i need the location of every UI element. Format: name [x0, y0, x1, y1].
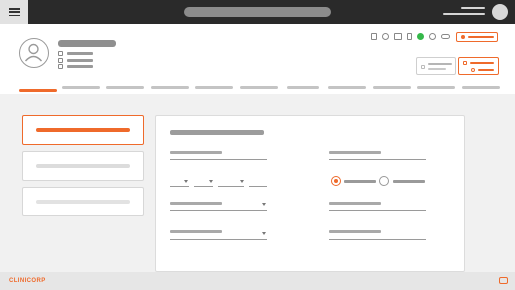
field-4-label: [329, 202, 381, 205]
hamburger-icon: [8, 8, 20, 17]
radio-option-1-label: [344, 180, 376, 183]
document-icon: [421, 65, 425, 69]
date-extra-select[interactable]: [249, 186, 267, 187]
menu-button[interactable]: [0, 0, 28, 24]
field-2-label: [329, 151, 381, 154]
clipboard-icon[interactable]: [371, 33, 377, 40]
tab-1[interactable]: [19, 89, 57, 92]
tab-bar: [19, 85, 501, 93]
chevron-down-icon: [209, 180, 213, 183]
patient-mobile-row: [58, 58, 93, 63]
search-action-button[interactable]: [458, 57, 499, 75]
tab-7[interactable]: [287, 86, 319, 89]
calendar-icon: [463, 61, 467, 65]
patient-phone-row: [58, 51, 93, 56]
tab-2[interactable]: [62, 86, 100, 89]
field-1-label: [170, 151, 222, 154]
tab-5[interactable]: [195, 86, 233, 89]
field-6-label: [329, 230, 381, 233]
radio-option-1[interactable]: [331, 176, 341, 186]
step-item-1-label: [36, 128, 130, 132]
patient-header: [0, 24, 515, 94]
radio-option-2[interactable]: [379, 176, 389, 186]
step-item-1[interactable]: [22, 115, 144, 145]
step-item-2[interactable]: [22, 151, 144, 181]
primary-action-label: [468, 36, 494, 38]
secondary-action-sublabel: [428, 68, 446, 70]
field-5-select[interactable]: [170, 239, 267, 240]
chevron-down-icon: [240, 180, 244, 183]
step-item-3-label: [36, 199, 130, 204]
tab-8[interactable]: [328, 86, 366, 89]
patient-email-row: [58, 64, 93, 69]
brand-logo: CLINICORP: [9, 276, 46, 286]
mobile-icon: [58, 58, 63, 63]
date-month-select[interactable]: [194, 186, 213, 187]
tab-10[interactable]: [417, 86, 455, 89]
radio-option-2-label: [393, 180, 425, 183]
chevron-down-icon: [262, 203, 266, 206]
user-name-text: [461, 7, 485, 9]
patient-name: [58, 40, 116, 47]
user-circle-icon: [19, 38, 49, 68]
printer-icon[interactable]: [394, 33, 402, 40]
field-6-input[interactable]: [329, 239, 426, 240]
primary-action-button[interactable]: [456, 32, 498, 42]
header-action-icons: [371, 33, 450, 40]
chevron-down-icon: [184, 180, 188, 183]
user-role-text: [443, 13, 485, 15]
tab-6[interactable]: [240, 86, 278, 89]
tab-4[interactable]: [151, 86, 189, 89]
tab-3[interactable]: [106, 86, 144, 89]
mail-icon: [58, 64, 63, 69]
search-action-sublabel: [478, 69, 494, 71]
gear-icon: [461, 35, 465, 39]
form-title: [170, 130, 264, 135]
step-item-2-label: [36, 164, 130, 168]
date-day-select[interactable]: [170, 186, 189, 187]
brand-logo-text: CLINICORP: [9, 278, 46, 284]
field-4-input[interactable]: [329, 210, 426, 211]
field-2-input[interactable]: [329, 159, 426, 160]
search-action-label: [470, 62, 494, 64]
patient-email-text: [67, 65, 93, 68]
phone-icon: [58, 51, 63, 56]
step-item-3[interactable]: [22, 187, 144, 216]
footer: CLINICORP: [0, 272, 515, 290]
secondary-action-label: [428, 63, 452, 65]
link-icon[interactable]: [441, 34, 450, 39]
user-silhouette-icon: [24, 43, 43, 62]
mobile-icon[interactable]: [407, 33, 412, 40]
global-search-input[interactable]: [184, 7, 331, 17]
whatsapp-icon[interactable]: [417, 33, 424, 40]
patient-phone-text: [67, 52, 93, 55]
secondary-action-button[interactable]: [416, 57, 456, 75]
field-3-select[interactable]: [170, 210, 267, 211]
field-3-label: [170, 202, 222, 205]
settings-icon[interactable]: [429, 33, 436, 40]
chat-icon[interactable]: [499, 277, 508, 284]
chevron-down-icon: [262, 232, 266, 235]
date-year-select[interactable]: [218, 186, 244, 187]
tab-9[interactable]: [373, 86, 411, 89]
patient-mobile-text: [67, 59, 93, 62]
top-bar: [0, 0, 515, 24]
field-5-label: [170, 230, 222, 233]
no-sign-icon[interactable]: [382, 33, 389, 40]
field-1-input[interactable]: [170, 159, 267, 160]
form-card: [155, 115, 465, 272]
user-avatar-icon[interactable]: [492, 4, 508, 20]
search-icon: [471, 68, 475, 72]
tab-11[interactable]: [462, 86, 500, 89]
